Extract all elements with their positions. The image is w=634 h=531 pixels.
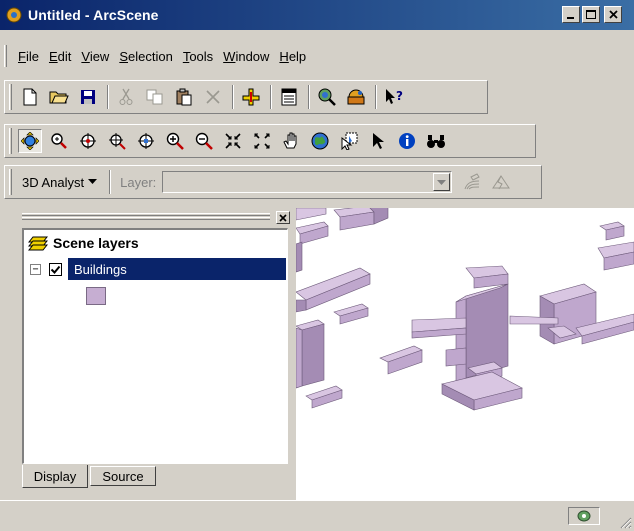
menubar-grip[interactable] bbox=[4, 45, 7, 67]
building bbox=[445, 347, 467, 367]
center-target-icon[interactable] bbox=[134, 129, 158, 153]
menu-bar: File Edit View Selection Tools Window He… bbox=[4, 44, 630, 68]
standard-toolbar: ? bbox=[4, 80, 488, 114]
3d-analyst-label: 3D Analyst bbox=[22, 174, 85, 190]
close-icon bbox=[608, 10, 618, 19]
menu-selection[interactable]: Selection bbox=[114, 49, 177, 64]
scene-status-icon bbox=[577, 510, 591, 522]
layer-select-dropdown-button[interactable] bbox=[433, 173, 451, 191]
layer-name-label: Buildings bbox=[74, 261, 127, 277]
select-elements-icon[interactable] bbox=[366, 129, 390, 153]
toc-close-button[interactable] bbox=[276, 211, 290, 224]
narrow-target-icon[interactable] bbox=[105, 129, 129, 153]
zoom-to-layer-icon[interactable] bbox=[315, 85, 339, 109]
new-document-icon[interactable] bbox=[18, 85, 42, 109]
chevron-down-icon bbox=[437, 179, 447, 185]
arc-toolbox-icon[interactable] bbox=[344, 85, 368, 109]
pan-target-icon[interactable] bbox=[76, 129, 100, 153]
building bbox=[296, 327, 303, 389]
contour-tool-icon[interactable] bbox=[460, 170, 484, 194]
scene-properties-icon[interactable] bbox=[277, 85, 301, 109]
scene-viewer[interactable] bbox=[296, 208, 634, 500]
tab-source-label: Source bbox=[102, 468, 144, 484]
toolbar-separator bbox=[109, 170, 112, 194]
arcscene-window: Untitled - ArcScene File Edit View Selec… bbox=[0, 0, 634, 531]
layer-visibility-checkbox[interactable] bbox=[49, 262, 62, 276]
scene-layers-label: Scene layers bbox=[53, 235, 139, 251]
toolbar-grip[interactable] bbox=[9, 128, 12, 154]
arcscene-app-icon bbox=[6, 7, 22, 23]
tools-toolbar bbox=[4, 124, 536, 158]
tab-display[interactable]: Display bbox=[22, 465, 88, 488]
full-extent-icon[interactable] bbox=[308, 129, 332, 153]
title-bar[interactable]: Untitled - ArcScene bbox=[0, 0, 634, 30]
layer-name[interactable]: Buildings bbox=[68, 258, 286, 280]
status-bar bbox=[0, 500, 634, 531]
close-icon bbox=[279, 213, 287, 222]
layer-symbol-swatch[interactable] bbox=[86, 287, 106, 305]
toolbar-grip[interactable] bbox=[9, 169, 12, 195]
menu-file[interactable]: File bbox=[13, 49, 44, 64]
paste-icon[interactable] bbox=[172, 85, 196, 109]
fixed-zoom-out-icon[interactable] bbox=[250, 129, 274, 153]
resize-grip-icon[interactable] bbox=[618, 515, 632, 529]
zoom-in-out-icon[interactable] bbox=[47, 129, 71, 153]
window-title: Untitled - ArcScene bbox=[28, 7, 159, 23]
collapse-toggle[interactable]: − bbox=[30, 263, 41, 275]
tab-source[interactable]: Source bbox=[90, 466, 156, 486]
select-features-icon[interactable] bbox=[337, 129, 361, 153]
delete-icon[interactable] bbox=[201, 85, 225, 109]
toolbar-separator bbox=[308, 85, 310, 109]
identify-icon[interactable] bbox=[395, 129, 419, 153]
building bbox=[296, 299, 307, 313]
maximize-button[interactable] bbox=[582, 6, 600, 23]
maximize-icon bbox=[586, 10, 596, 19]
toolbar-separator bbox=[375, 85, 377, 109]
toolbar-separator bbox=[232, 85, 234, 109]
building bbox=[296, 208, 327, 221]
add-data-icon[interactable] bbox=[239, 85, 263, 109]
whats-this-icon[interactable]: ? bbox=[382, 85, 406, 109]
menu-help[interactable]: Help bbox=[274, 49, 311, 64]
save-icon[interactable] bbox=[76, 85, 100, 109]
scene-layers-icon bbox=[28, 236, 48, 251]
buildings-scene[interactable] bbox=[296, 208, 634, 500]
steepest-path-tool-icon[interactable] bbox=[489, 170, 513, 194]
find-icon[interactable] bbox=[424, 129, 448, 153]
toc-root[interactable]: Scene layers bbox=[28, 235, 139, 251]
menu-view[interactable]: View bbox=[76, 49, 114, 64]
minimize-icon bbox=[567, 16, 574, 19]
svg-text:?: ? bbox=[396, 89, 403, 103]
copy-icon[interactable] bbox=[143, 85, 167, 109]
chevron-down-icon bbox=[88, 179, 98, 184]
open-folder-icon[interactable] bbox=[47, 85, 71, 109]
zoom-out-icon[interactable] bbox=[192, 129, 216, 153]
zoom-in-icon[interactable] bbox=[163, 129, 187, 153]
layer-select[interactable] bbox=[162, 171, 453, 193]
status-indicator bbox=[568, 507, 600, 525]
building bbox=[301, 323, 325, 387]
tab-display-label: Display bbox=[33, 468, 77, 484]
toc-title-bar[interactable] bbox=[18, 211, 290, 225]
navigate-icon[interactable] bbox=[18, 129, 42, 153]
table-of-contents: Scene layers − Buildings bbox=[22, 228, 288, 464]
cut-icon[interactable] bbox=[114, 85, 138, 109]
menu-window[interactable]: Window bbox=[218, 49, 274, 64]
building bbox=[455, 295, 467, 385]
checkmark-icon bbox=[50, 265, 61, 274]
pan-hand-icon[interactable] bbox=[279, 129, 303, 153]
3d-analyst-menu-button[interactable]: 3D Analyst bbox=[18, 175, 101, 190]
menu-edit[interactable]: Edit bbox=[44, 49, 76, 64]
3d-analyst-toolbar: 3D Analyst Layer: bbox=[4, 165, 542, 199]
layer-label: Layer: bbox=[120, 174, 157, 190]
menu-tools[interactable]: Tools bbox=[178, 49, 218, 64]
close-button[interactable] bbox=[604, 6, 622, 23]
toolbar-separator bbox=[107, 85, 109, 109]
toolbar-grip[interactable] bbox=[9, 84, 12, 110]
layer-row-buildings[interactable]: − Buildings bbox=[24, 258, 286, 280]
toolbar-separator bbox=[270, 85, 272, 109]
minimize-button[interactable] bbox=[562, 6, 580, 23]
building bbox=[296, 241, 303, 273]
fixed-zoom-in-icon[interactable] bbox=[221, 129, 245, 153]
